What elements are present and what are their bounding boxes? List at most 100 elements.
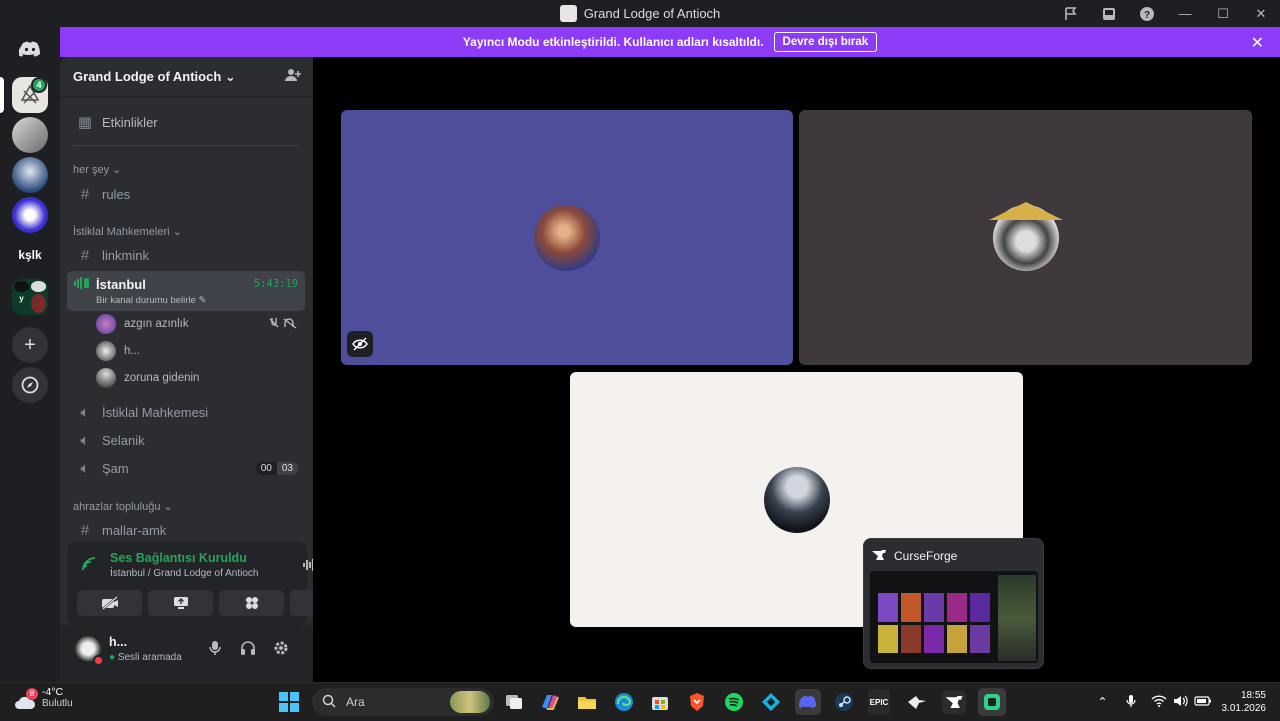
volume-icon[interactable]	[1170, 695, 1192, 710]
events-label: Etkinlikler	[102, 115, 158, 130]
headphones-icon[interactable]	[237, 640, 259, 659]
windows-start-icon[interactable]	[277, 690, 301, 714]
channel-linkmink[interactable]: # linkmink	[68, 242, 304, 268]
discord-taskbar-icon[interactable]	[795, 689, 821, 715]
settings-gear-icon[interactable]	[270, 640, 292, 659]
taskbar-clock[interactable]: 18:55 3.01.2026	[1214, 689, 1280, 715]
connection-signal-icon	[81, 556, 97, 577]
search-icon	[322, 694, 336, 711]
system-tray: ⌃ 18:55 3.01.2026	[1092, 683, 1280, 721]
kodi-icon[interactable]	[759, 690, 783, 714]
channel-mallar-amk[interactable]: # mallar-amk	[68, 517, 304, 543]
app-icon-bird[interactable]	[905, 690, 929, 714]
server-list: 4 kşlk y +	[0, 27, 60, 682]
file-explorer-icon[interactable]	[575, 690, 599, 714]
weather-desc: Bulutlu	[42, 698, 73, 709]
discord-home-icon[interactable]	[12, 31, 48, 67]
copilot-icon[interactable]	[538, 690, 562, 714]
voice-channel[interactable]: 🔈︎ Şam 00 03	[68, 455, 304, 481]
participant-tile-2[interactable]	[799, 110, 1252, 365]
banner-message: Yayıncı Modu etkinleştirildi. Kullanıcı …	[463, 35, 764, 49]
voice-channel[interactable]: 🔈︎ Selanik	[68, 427, 304, 453]
epic-games-icon[interactable]: EPIC	[868, 689, 890, 715]
participant-avatar	[764, 467, 830, 533]
connection-title[interactable]: Ses Bağlantısı Kuruldu	[110, 551, 247, 565]
voice-connection-panel: Ses Bağlantısı Kuruldu İstanbul / Grand …	[67, 542, 307, 625]
participant-avatar	[534, 205, 600, 271]
curseforge-taskbar-icon[interactable]	[942, 690, 966, 714]
clock-time: 18:55	[1222, 689, 1267, 702]
maximize-icon[interactable]: ☐	[1204, 0, 1242, 27]
server-notification-badge: 4	[31, 77, 47, 93]
divider	[73, 145, 299, 146]
avatar-decoration	[989, 202, 1063, 220]
voice-user-name: zoruna gidenin	[124, 372, 199, 384]
calendar-icon: ▦	[74, 113, 96, 131]
category-ahrazlar[interactable]: ahrazlar topluluğu ⌄	[73, 500, 173, 513]
task-view-icon[interactable]	[502, 690, 526, 714]
participant-tile-1[interactable]	[341, 110, 793, 365]
channel-rules[interactable]: # rules	[68, 181, 304, 207]
steam-icon[interactable]	[832, 690, 856, 714]
taskbar-search[interactable]: Ara	[312, 688, 494, 716]
taskbar-preview-popup[interactable]: CurseForge	[863, 538, 1044, 669]
search-placeholder: Ara	[346, 695, 365, 709]
invite-user-icon[interactable]	[285, 68, 301, 85]
weather-widget[interactable]: 8 -4°C Bulutlu	[14, 686, 73, 709]
svg-text:?: ?	[1144, 10, 1150, 21]
voice-user-name: azgın azınlık	[124, 318, 189, 330]
voice-user[interactable]: h...	[96, 339, 304, 363]
microphone-icon[interactable]	[204, 640, 226, 659]
close-window-icon[interactable]: ✕	[1242, 0, 1280, 27]
help-icon[interactable]: ?	[1128, 0, 1166, 27]
status-dot-icon: ●	[109, 652, 115, 663]
inbox-icon[interactable]	[1090, 0, 1128, 27]
microsoft-store-icon[interactable]	[648, 690, 672, 714]
screen-share-button[interactable]	[148, 590, 213, 616]
voice-user[interactable]: zoruna gidenin	[96, 366, 304, 390]
voice-timer: 5:43:19	[254, 278, 298, 290]
activities-button[interactable]	[219, 590, 284, 616]
user-name[interactable]: h...	[109, 635, 127, 649]
avatar	[96, 314, 116, 334]
spotify-icon[interactable]	[722, 690, 746, 714]
guild-header[interactable]: Grand Lodge of Antioch ⌄	[60, 57, 313, 97]
server-avatar-3[interactable]	[12, 157, 48, 193]
server-avatar-2[interactable]	[12, 117, 48, 153]
minimize-icon[interactable]: —	[1166, 0, 1204, 27]
screen-share-icon	[173, 596, 189, 610]
channel-status-prompt[interactable]: Bir kanal durumu belirle ✎	[96, 295, 206, 306]
badge-right: 03	[277, 462, 298, 475]
chevron-up-icon[interactable]: ⌃	[1092, 695, 1114, 709]
category-her-sey[interactable]: her şey ⌄	[73, 163, 121, 176]
banner-close-icon[interactable]: ✕	[1251, 33, 1264, 53]
battery-icon[interactable]	[1192, 695, 1214, 709]
category-istiklal-mahkemeleri[interactable]: İstiklal Mahkemeleri ⌄	[73, 225, 182, 238]
windows-taskbar: 8 -4°C Bulutlu Ara EPIC ⌃ 18:55	[0, 682, 1280, 720]
disable-streamer-mode-button[interactable]: Devre dışı bırak	[774, 32, 878, 52]
stream-hidden-icon[interactable]	[347, 331, 373, 357]
active-voice-channel[interactable]: İstanbul Bir kanal durumu belirle ✎ 5:43…	[67, 271, 305, 311]
microphone-tray-icon[interactable]	[1120, 694, 1142, 711]
activities-icon	[244, 595, 260, 611]
voice-channel[interactable]: 🔈︎ İstiklal Mahkemesi	[68, 399, 304, 425]
flag-icon[interactable]	[1052, 0, 1090, 27]
voice-user-name: h...	[124, 345, 140, 357]
add-server-icon[interactable]: +	[12, 327, 48, 363]
clock-date: 3.01.2026	[1222, 702, 1267, 715]
channel-label: mallar-amk	[102, 523, 166, 538]
edge-browser-icon[interactable]	[612, 690, 636, 714]
camera-button[interactable]	[77, 590, 142, 616]
events-item[interactable]: ▦ Etkinlikler	[68, 109, 304, 135]
discover-compass-icon[interactable]	[12, 367, 48, 403]
wifi-icon[interactable]	[1148, 695, 1170, 710]
active-server-indicator	[0, 77, 4, 113]
dnd-status-icon	[93, 655, 104, 666]
connection-subtitle[interactable]: İstanbul / Grand Lodge of Antioch	[110, 568, 258, 579]
server-text-label[interactable]: kşlk	[12, 237, 48, 273]
server-folder[interactable]: y	[12, 279, 48, 315]
voice-user[interactable]: azgın azınlık	[96, 312, 304, 336]
server-avatar-4[interactable]	[12, 197, 48, 233]
brave-browser-icon[interactable]	[685, 690, 709, 714]
app-icon-green[interactable]	[978, 688, 1006, 716]
